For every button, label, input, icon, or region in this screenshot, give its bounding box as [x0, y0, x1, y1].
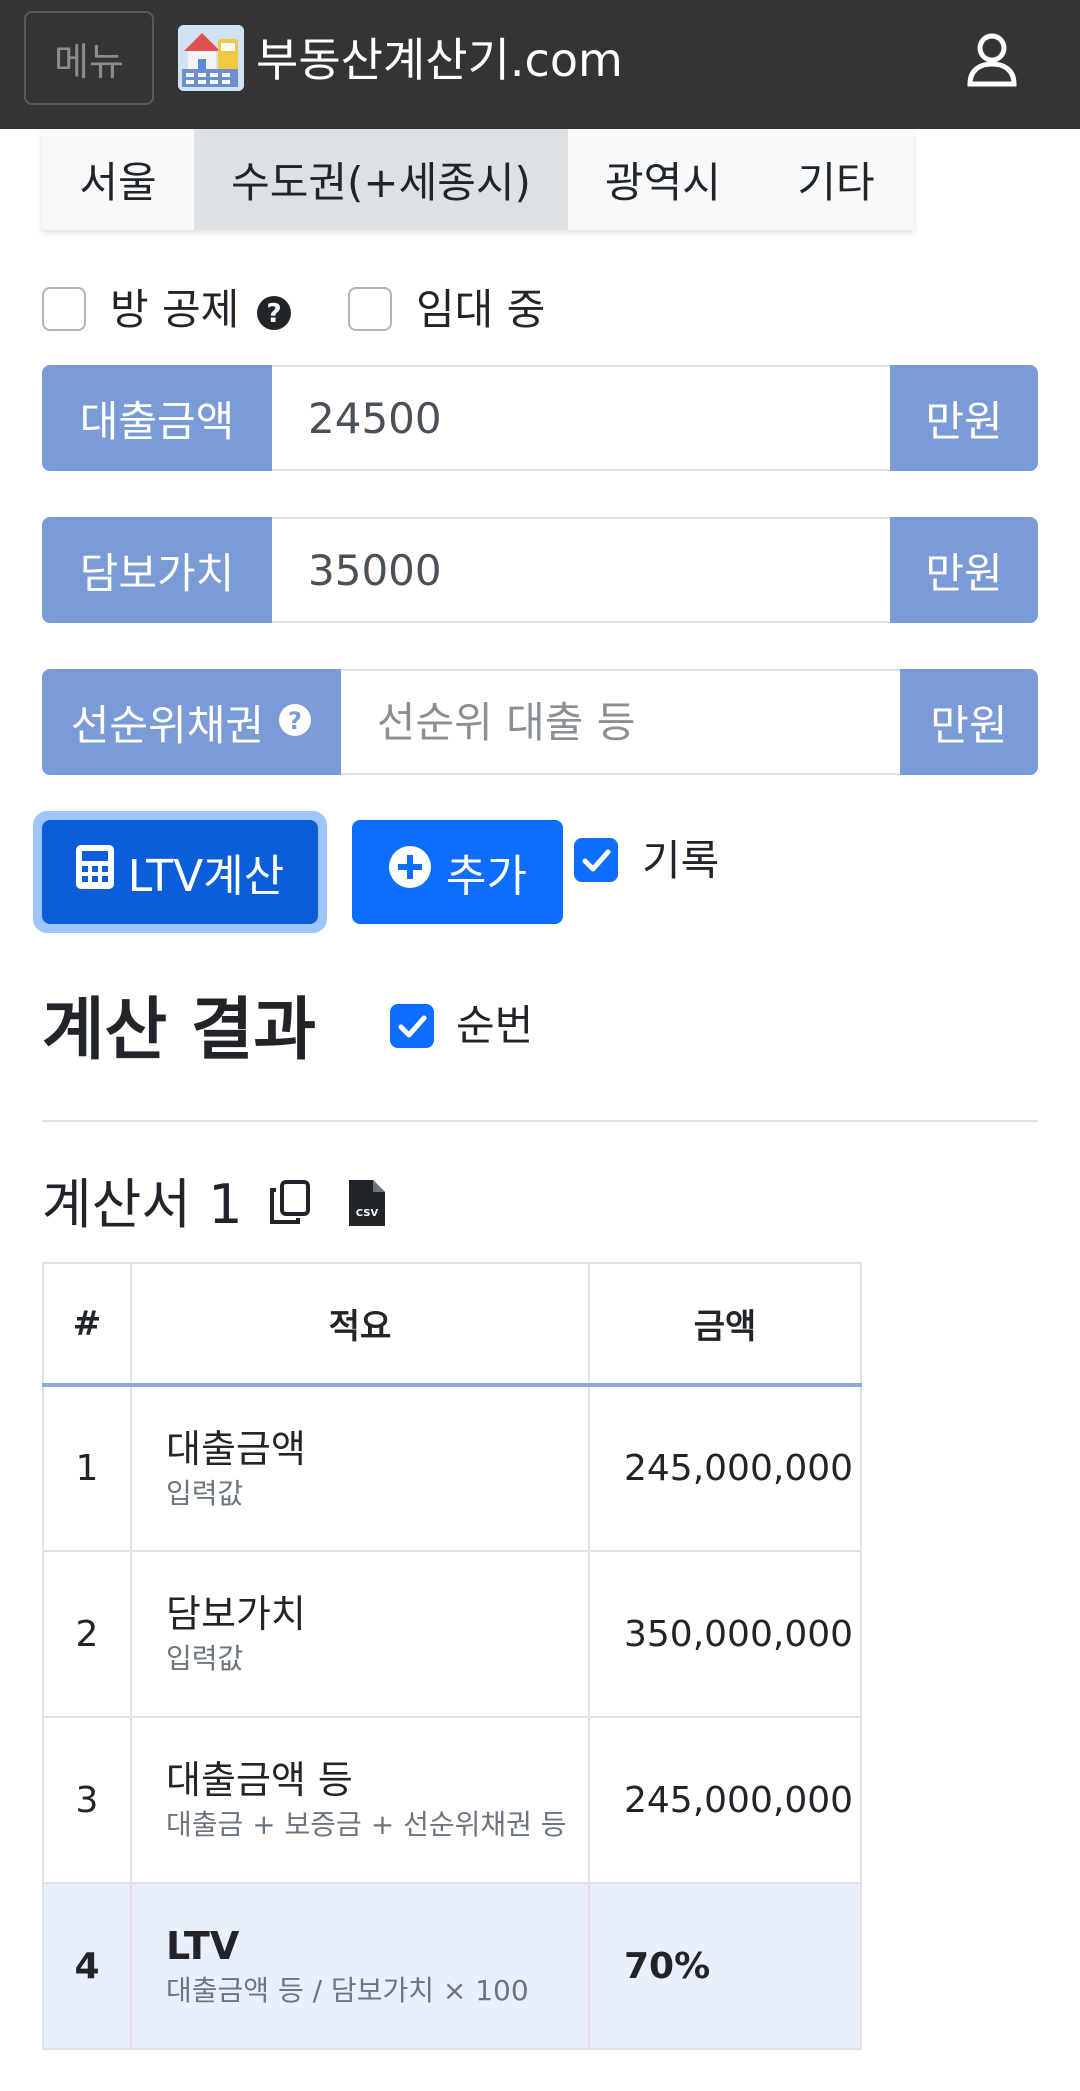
collateral-label: 담보가치 [42, 517, 272, 623]
row-subtitle: 입력값 [166, 1476, 244, 1510]
row-title: 대출금액 [166, 1426, 306, 1471]
table-row: 1 대출금액 입력값 245,000,000 [42, 1384, 862, 1552]
section-divider [42, 1120, 1038, 1122]
renting-checkbox[interactable] [348, 287, 392, 331]
row-number: 3 [42, 1716, 132, 1884]
copy-icon[interactable] [268, 1173, 312, 1243]
row-description: 대출금액 입력값 [130, 1384, 590, 1552]
senior-unit-label: 만원 [899, 669, 1038, 775]
plus-circle-icon [388, 845, 432, 900]
csv-file-icon[interactable]: CSV [348, 1173, 385, 1243]
add-button[interactable]: 추가 [352, 820, 563, 924]
row-amount: 350,000,000 [588, 1550, 862, 1718]
record-label: 기록 [642, 836, 720, 885]
tab-seoul[interactable]: 서울 [42, 129, 194, 230]
row-title: LTV [166, 1924, 240, 1968]
table-header-row: # 적요 금액 [42, 1262, 862, 1387]
col-header-amount: 금액 [588, 1262, 862, 1387]
brand-title[interactable]: 부동산계산기.com [256, 28, 623, 92]
calculation-table: # 적요 금액 1 대출금액 입력값 245,000,000 2 담보가치 입력… [42, 1262, 862, 2050]
help-icon[interactable]: ? [256, 295, 292, 331]
row-description: 대출금액 등 대출금 + 보증금 + 선순위채권 등 [130, 1716, 590, 1884]
app-header: 메뉴 부동산계산기.com [0, 0, 1080, 129]
row-description: 담보가치 입력값 [130, 1550, 590, 1718]
renting-label: 임대 중 [416, 285, 546, 334]
collateral-group: 담보가치 만원 [42, 517, 1038, 623]
user-icon[interactable] [966, 32, 1018, 88]
row-number: 1 [42, 1384, 132, 1552]
loan-amount-group: 대출금액 만원 [42, 365, 1038, 471]
table-row: 3 대출금액 등 대출금 + 보증금 + 선순위채권 등 245,000,000 [42, 1716, 862, 1884]
row-amount: 245,000,000 [588, 1384, 862, 1552]
house-calculator-logo-icon[interactable] [178, 25, 244, 91]
table-row: 2 담보가치 입력값 350,000,000 [42, 1550, 862, 1718]
tab-metro-city[interactable]: 광역시 [568, 129, 758, 230]
check-icon [582, 849, 611, 872]
row-amount: 245,000,000 [588, 1716, 862, 1884]
ltv-calc-label: LTV계산 [127, 851, 285, 902]
room-deduction-label: 방 공제 [110, 285, 240, 334]
order-checkbox[interactable] [390, 1004, 434, 1048]
help-icon[interactable]: ? [278, 698, 312, 747]
col-header-description: 적요 [130, 1262, 590, 1387]
loan-unit-label: 만원 [890, 365, 1038, 471]
add-label: 추가 [446, 851, 527, 902]
sheet-title-row: 계산서 1 CSV [42, 1170, 385, 1243]
row-subtitle: 대출금액 등 / 담보가치 × 100 [166, 1974, 529, 2007]
row-subtitle: 입력값 [166, 1642, 244, 1675]
svg-text:CSV: CSV [356, 1208, 379, 1219]
senior-claim-label-box: 선순위채권 ? [42, 669, 341, 775]
row-description: LTV 대출금액 등 / 담보가치 × 100 [130, 1882, 590, 2050]
collateral-unit-label: 만원 [890, 517, 1038, 623]
room-deduction-checkbox[interactable] [42, 287, 86, 331]
row-subtitle: 대출금 + 보증금 + 선순위채권 등 [166, 1808, 567, 1841]
col-header-number: # [42, 1262, 132, 1387]
calculator-icon [75, 844, 114, 900]
order-label: 순번 [456, 1001, 534, 1050]
table-row-ltv-result: 4 LTV 대출금액 등 / 담보가치 × 100 70% [42, 1882, 862, 2050]
menu-button[interactable]: 메뉴 [24, 11, 154, 105]
loan-amount-input[interactable] [272, 365, 890, 471]
senior-claim-label: 선순위채권 [70, 700, 264, 750]
row-title: 대출금액 등 [166, 1758, 353, 1802]
region-tabs: 서울 수도권(+세종시) 광역시 기타 [42, 129, 914, 230]
tab-capital-area[interactable]: 수도권(+세종시) [194, 129, 568, 230]
senior-claim-group: 선순위채권 ? 만원 [42, 669, 1038, 775]
check-icon [398, 1015, 427, 1038]
result-heading: 계산 결과 [42, 991, 316, 1070]
senior-claim-input[interactable] [340, 669, 900, 775]
svg-text:?: ? [288, 707, 302, 735]
record-checkbox[interactable] [574, 838, 618, 882]
ltv-calc-button[interactable]: LTV계산 [42, 820, 318, 924]
tab-other[interactable]: 기타 [758, 129, 914, 230]
row-title: 담보가치 [166, 1592, 306, 1636]
svg-text:?: ? [266, 299, 281, 329]
loan-amount-label: 대출금액 [42, 365, 272, 471]
collateral-input[interactable] [272, 517, 890, 623]
sheet-title: 계산서 1 [42, 1173, 243, 1236]
row-amount: 70% [588, 1882, 862, 2050]
row-number: 2 [42, 1550, 132, 1718]
row-number: 4 [42, 1882, 132, 2050]
